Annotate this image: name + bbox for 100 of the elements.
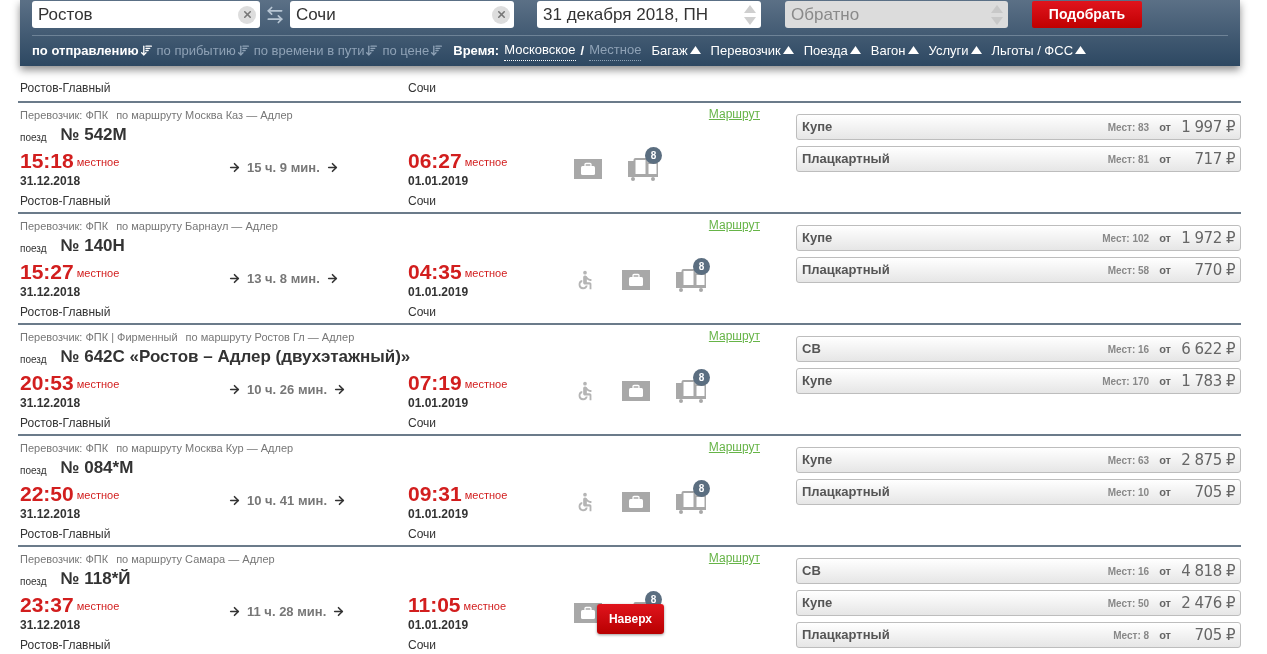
car-class: Купе [802,118,834,137]
seats-count: Мест: 8 [1113,628,1150,643]
briefcase-icon [622,492,650,512]
arrow-icon [332,605,346,619]
price: 717 ₽ [1193,148,1235,170]
price: 705 ₽ [1193,624,1235,646]
fare-option[interactable]: Плацкартный Мест: 8 от 705 ₽ [796,622,1241,648]
from-field[interactable]: Ростов [32,1,260,28]
departure-station: Ростов-Главный [20,415,111,432]
clear-button[interactable] [238,5,256,24]
fare-option[interactable]: Купе Мест: 170 от 1 783 ₽ [796,368,1241,394]
sort-icon [430,43,444,57]
from-label: от [1159,563,1171,579]
fare-option[interactable]: Купе Мест: 63 от 2 875 ₽ [796,447,1241,473]
arrival-station: Сочи [408,304,437,321]
filter-dropdown[interactable]: Перевозчик [710,40,794,60]
briefcase-icon [622,381,650,401]
seats-count: Мест: 16 [1107,342,1150,357]
arrow-icon [228,383,241,397]
close-icon [241,9,253,20]
swap-icon[interactable] [265,4,285,25]
arrival-time: 11:05 [408,594,461,615]
travel-duration: 10 ч. 41 мин. [247,492,327,510]
suitcases-icon [676,490,706,514]
departure-time: 15:27 [20,261,74,282]
suitcases-icon [676,379,706,403]
fare-option[interactable]: Купе Мест: 83 от 1 997 ₽ [796,114,1241,140]
scroll-top-button[interactable]: Наверх [597,604,664,634]
train-label: поезд [20,463,47,478]
filter-dropdown[interactable]: Услуги [928,40,982,60]
time-option[interactable]: Московское [504,40,576,61]
train-number: № 642С «Ростов – Адлер (двухэтажный)» [60,345,411,368]
fare-option[interactable]: Плацкартный Мест: 10 от 705 ₽ [796,479,1241,505]
departure-time: 22:50 [20,483,74,504]
arrival-station: Сочи [408,637,437,654]
seats-count: Мест: 58 [1107,263,1150,278]
fare-option[interactable]: СВ Мест: 16 от 6 622 ₽ [796,336,1241,362]
carrier-info: Перевозчик: ФПК по маршруту Москва Кур — Адлер [20,441,294,457]
filter-dropdown[interactable]: Вагон [870,40,919,60]
sort-icon [365,43,379,57]
close-icon [495,9,507,20]
arrival-date: 01.01.2019 [408,506,469,523]
price: 2 875 ₽ [1180,449,1235,471]
arrival-date: 01.01.2019 [408,173,469,190]
count-badge: 8 [693,369,710,386]
departure-time: 15:18 [20,150,74,171]
carrier-info: Перевозчик: ФПК по маршруту Москва Каз — Адлер [20,108,293,124]
fare-option[interactable]: Плацкартный Мест: 81 от 717 ₽ [796,146,1241,172]
arrow-icon [333,383,346,397]
fare-option[interactable]: Плацкартный Мест: 58 от 770 ₽ [796,257,1241,283]
car-class: Плацкартный [802,150,891,169]
car-class: Плацкартный [802,626,891,645]
briefcase-icon [622,270,650,290]
arrow-icon [325,161,339,175]
fare-option[interactable]: Купе Мест: 102 от 1 972 ₽ [796,225,1241,251]
count-badge: 8 [693,480,710,497]
departure-station: Ростов-Главный [20,304,111,321]
car-class: Плацкартный [802,261,891,280]
departure-station: Ростов-Главный [20,526,111,543]
price: 4 818 ₽ [1180,560,1235,582]
carrier-info: Перевозчик: ФПК | Фирменный по маршруту Ростов Гл — Адлер [20,330,355,346]
arrival-station: Сочи [408,79,437,97]
departure-date: 31.12.2018 [20,506,81,523]
timezone-label: местное [76,487,120,503]
price: 1 997 ₽ [1180,116,1235,138]
from-label: от [1159,230,1171,246]
seats-count: Мест: 83 [1107,120,1150,135]
seats-count: Мест: 170 [1102,374,1150,389]
fare-option[interactable]: СВ Мест: 16 от 4 818 ₽ [796,558,1241,584]
travel-duration: 10 ч. 26 мин. [247,381,327,399]
arrival-date: 01.01.2019 [408,617,469,634]
count-badge: 8 [645,147,662,164]
seats-count: Мест: 50 [1107,596,1150,611]
date-field[interactable]: 31 декабря 2018, ПН [537,1,761,28]
seats-count: Мест: 102 [1102,231,1150,246]
to-field[interactable]: Сочи [290,1,514,28]
arrival-time: 09:31 [408,483,462,504]
filter-dropdown[interactable]: Льготы / ФСС [991,40,1086,60]
count-badge: 8 [693,258,710,275]
sort-option[interactable]: по отправлению [32,40,153,60]
travel-duration: 13 ч. 8 мин. [247,270,320,288]
seats-count: Мест: 10 [1107,485,1150,500]
triangle-icon [849,46,861,55]
arrow-icon [333,494,346,508]
from-label: от [1159,627,1171,643]
filter-dropdown[interactable]: Поезда [803,40,861,60]
triangle-icon [907,46,919,55]
timezone-label: местное [463,598,507,614]
clear-button[interactable] [492,5,510,24]
from-label: от [1159,151,1171,167]
train-number: № 084*М [60,456,134,479]
seats-count: Мест: 63 [1107,453,1150,468]
departure-station: Ростов-Главный [20,79,112,97]
timezone-label: местное [464,265,508,281]
timezone-label: местное [76,376,120,392]
filter-dropdown[interactable]: Багаж [651,40,701,60]
train-label: поезд [20,574,47,589]
fare-option[interactable]: Купе Мест: 50 от 2 476 ₽ [796,590,1241,616]
search-button[interactable]: Подобрать [1032,1,1142,28]
car-class: СВ [802,562,822,581]
